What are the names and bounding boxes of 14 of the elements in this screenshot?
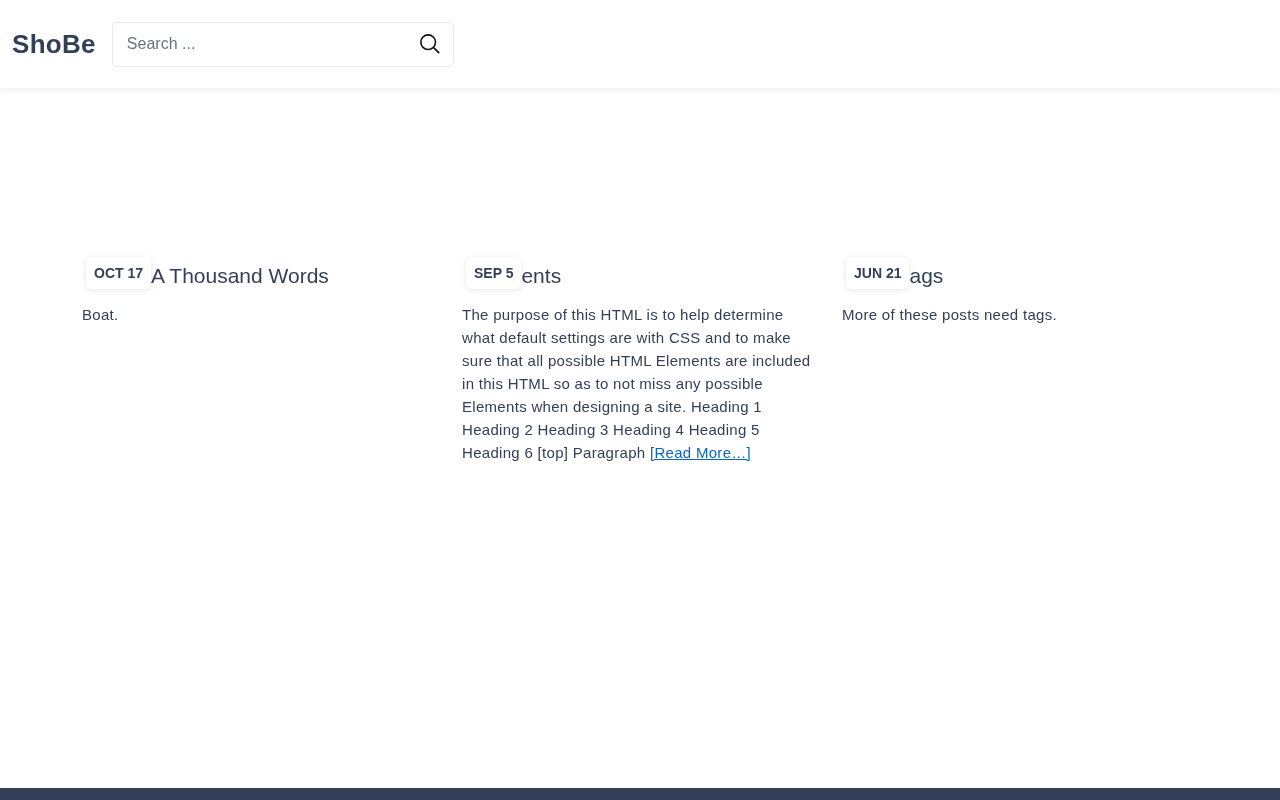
search-field[interactable]: Search ...: [111, 21, 454, 67]
date-badge: JUN 21: [846, 256, 910, 289]
post-title[interactable]: ents: [521, 263, 562, 288]
search-button[interactable]: [418, 33, 441, 55]
post-excerpt: The purpose of this HTML is to help determine what default settings are with CSS and to make sure that all possible HTML Elements are included in this HTML so as to not miss any possible Elements when designing a site. Heading 1 Heading 2 Heading 3 Heading 4 Heading 5 Heading 6 [top] Paragraph [Read More…]: [462, 305, 812, 463]
site-logo[interactable]: ShoBe: [12, 28, 96, 60]
post-excerpt: More of these posts need tags.: [842, 305, 1058, 325]
date-badge: OCT 17: [86, 256, 151, 289]
date-badge: SEP 5: [466, 256, 522, 289]
post-title[interactable]: A Thousand Words: [151, 263, 329, 288]
post-title[interactable]: ags: [909, 263, 944, 288]
read-more-link[interactable]: [Read More…]: [649, 444, 752, 461]
post-excerpt: Boat.: [82, 305, 120, 325]
search-icon: [418, 33, 441, 55]
